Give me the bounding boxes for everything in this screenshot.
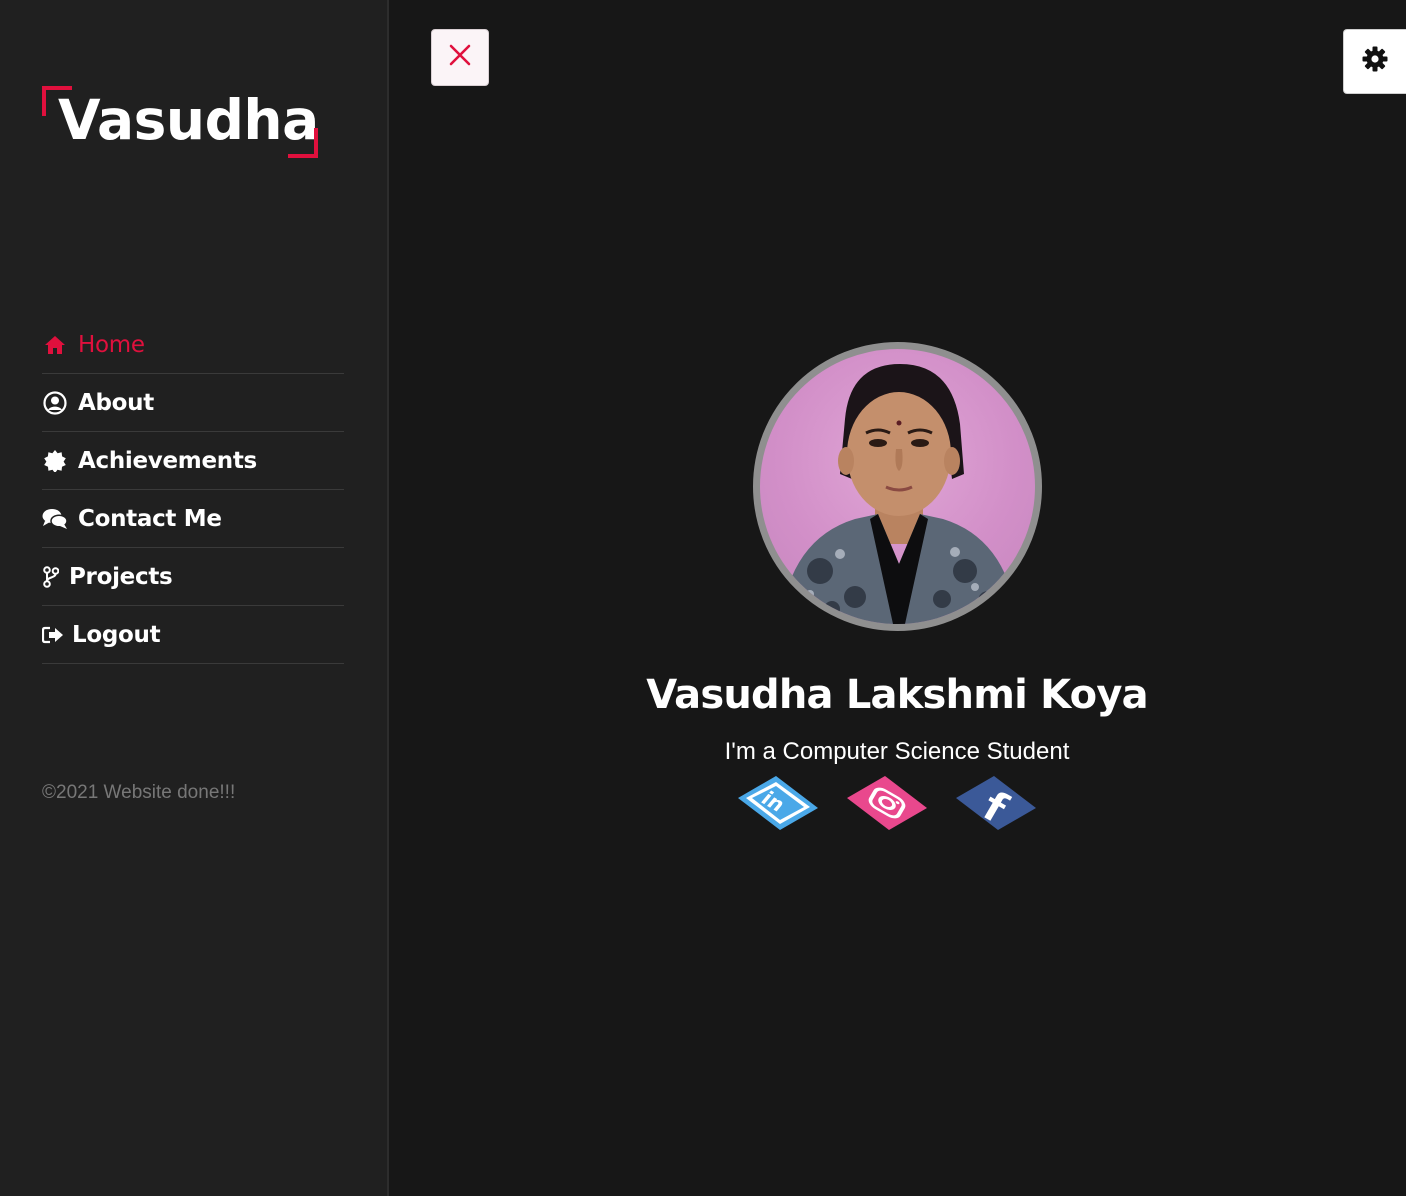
close-icon — [449, 44, 471, 71]
logo[interactable]: Vasudha — [42, 86, 319, 158]
copyright-text: ©2021 Website done!!! — [42, 782, 236, 803]
social-links: in — [736, 774, 1038, 832]
nav-label-achievements: Achievements — [78, 447, 257, 474]
linkedin-link[interactable]: in — [736, 774, 820, 832]
home-icon — [42, 332, 68, 358]
badge-icon — [42, 448, 68, 474]
nav-item-contact[interactable]: Contact Me — [42, 490, 344, 548]
nav-item-home[interactable]: Home — [42, 316, 344, 374]
page: Vasudha Home About Achievements Contact … — [0, 0, 1406, 1196]
instagram-icon — [845, 776, 929, 836]
logo-text: Vasudha — [58, 88, 319, 152]
facebook-icon — [954, 776, 1038, 836]
linkedin-icon: in — [736, 776, 820, 836]
profile-tagline: I'm a Computer Science Student — [724, 738, 1070, 765]
profile-name: Vasudha Lakshmi Koya — [646, 672, 1148, 718]
comments-icon — [42, 506, 68, 532]
user-circle-icon — [42, 390, 68, 416]
nav-label-contact: Contact Me — [78, 505, 222, 532]
facebook-link[interactable] — [954, 774, 1038, 832]
gear-icon — [1362, 46, 1388, 77]
instagram-link[interactable] — [845, 774, 929, 832]
profile-photo — [753, 342, 1042, 631]
settings-button[interactable] — [1343, 29, 1406, 94]
nav-label-about: About — [78, 389, 154, 416]
nav-item-achievements[interactable]: Achievements — [42, 432, 344, 490]
nav-label-logout: Logout — [72, 621, 161, 648]
nav-item-about[interactable]: About — [42, 374, 344, 432]
sidebar: Vasudha Home About Achievements Contact … — [0, 0, 389, 1196]
nav-item-logout[interactable]: Logout — [42, 606, 344, 664]
code-branch-icon — [42, 564, 60, 590]
close-sidebar-button[interactable] — [431, 29, 489, 86]
nav-label-projects: Projects — [69, 563, 173, 590]
sign-out-icon — [42, 622, 64, 648]
logo-bracket-bottom-right — [288, 128, 318, 158]
sidebar-nav: Home About Achievements Contact Me Proje… — [42, 316, 344, 664]
nav-item-projects[interactable]: Projects — [42, 548, 344, 606]
nav-label-home: Home — [78, 331, 145, 358]
